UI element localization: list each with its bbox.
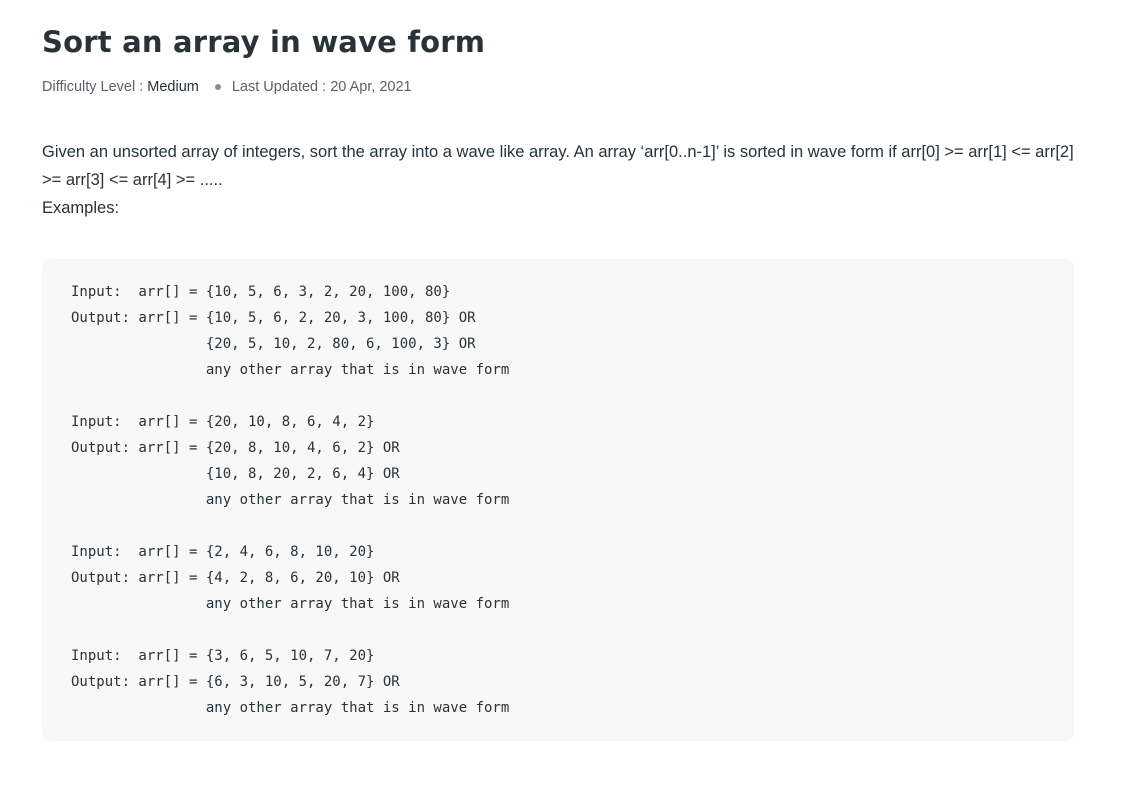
- code-line: Input: arr[] = {20, 10, 8, 6, 4, 2}: [71, 414, 375, 430]
- code-line: any other array that is in wave form: [71, 362, 510, 378]
- code-line: Input: arr[] = {10, 5, 6, 3, 2, 20, 100,…: [71, 284, 451, 300]
- code-content: Input: arr[] = {10, 5, 6, 3, 2, 20, 100,…: [71, 279, 509, 721]
- code-line: Output: arr[] = {4, 2, 8, 6, 20, 10} OR: [71, 570, 400, 586]
- code-line: Input: arr[] = {2, 4, 6, 8, 10, 20}: [71, 544, 375, 560]
- code-line: Output: arr[] = {20, 8, 10, 4, 6, 2} OR: [71, 440, 400, 456]
- code-line: {10, 8, 20, 2, 6, 4} OR: [71, 466, 400, 482]
- difficulty-label: Difficulty Level :: [42, 79, 144, 95]
- code-line: Input: arr[] = {3, 6, 5, 10, 7, 20}: [71, 648, 375, 664]
- separator-dot-icon: [214, 84, 221, 90]
- code-line: Output: arr[] = {6, 3, 10, 5, 20, 7} OR: [71, 674, 400, 690]
- article-meta: Difficulty Level : Medium Last Updated :…: [42, 76, 412, 98]
- code-line: {20, 5, 10, 2, 80, 6, 100, 3} OR: [71, 336, 476, 352]
- code-line: any other array that is in wave form: [71, 492, 510, 508]
- difficulty-value[interactable]: Medium: [147, 79, 199, 95]
- examples-label: Examples:: [42, 199, 120, 217]
- code-line: any other array that is in wave form: [71, 596, 510, 612]
- problem-description: Given an unsorted array of integers, sor…: [42, 143, 1074, 189]
- code-line: any other array that is in wave form: [71, 700, 510, 716]
- examples-code-block: Input: arr[] = {10, 5, 6, 3, 2, 20, 100,…: [42, 259, 1074, 741]
- last-updated-value: 20 Apr, 2021: [330, 79, 412, 95]
- code-line: Output: arr[] = {10, 5, 6, 2, 20, 3, 100…: [71, 310, 476, 326]
- last-updated-label: Last Updated :: [231, 79, 327, 95]
- page-title: Sort an array in wave form: [42, 25, 486, 59]
